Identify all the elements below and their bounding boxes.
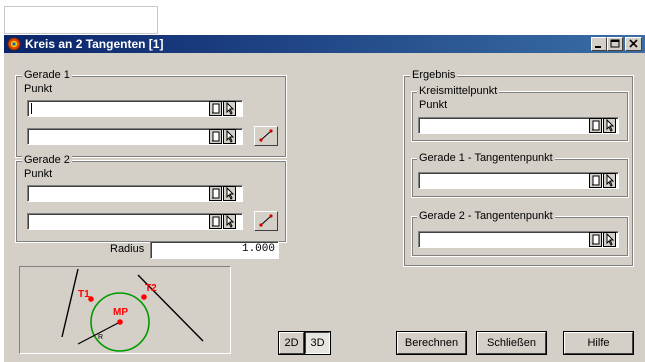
text-caret (31, 103, 32, 114)
tangentenpunkt1-pick-button[interactable] (603, 173, 616, 188)
document-icon (212, 216, 220, 227)
gerade1-point2-pick-button[interactable] (223, 129, 236, 144)
gerade2-point2-pick-button[interactable] (223, 214, 236, 229)
ergebnis-group: Ergebnis Kreismittelpunkt Punkt Gerade 1… (403, 69, 634, 267)
gerade2-point1-pick-button[interactable] (223, 186, 236, 201)
title-bar: Kreis an 2 Tangenten [1] (4, 35, 645, 53)
kreismittelpunkt-doc-button[interactable] (589, 118, 602, 133)
gerade1-point1-pick-button[interactable] (223, 101, 236, 116)
document-icon (592, 175, 600, 186)
gerade2-point1-input[interactable] (27, 185, 243, 202)
maximize-icon (610, 39, 620, 48)
tangentenpunkt2-pick-button[interactable] (603, 232, 616, 247)
gerade1-group: Gerade 1 Punkt (15, 69, 287, 158)
kreismittelpunkt-group: Kreismittelpunkt Punkt (411, 85, 629, 142)
kreismittelpunkt-label: Kreismittelpunkt (417, 85, 500, 97)
line-pick-icon (259, 129, 273, 142)
gerade2-point2-doc-button[interactable] (209, 214, 222, 229)
t1-label: T1 (78, 289, 90, 300)
tangentenpunkt1-input[interactable] (418, 172, 619, 189)
gerade2-group: Gerade 2 Punkt (15, 154, 287, 243)
kreismittelpunkt-punkt-label: Punkt (419, 99, 448, 111)
gerade2-point1-doc-button[interactable] (209, 186, 222, 201)
cursor-pick-icon (226, 214, 235, 228)
view-2d-button[interactable]: 2D (279, 332, 304, 354)
t2-label: T2 (145, 283, 157, 294)
tangentenpunkt1-group: Gerade 1 - Tangentenpunkt (411, 152, 629, 198)
gerade1-point1-doc-button[interactable] (209, 101, 222, 116)
close-icon (629, 39, 638, 48)
gerade1-line-pick-button[interactable] (254, 126, 278, 146)
cursor-pick-icon (606, 232, 615, 246)
gerade2-point2-input[interactable] (27, 213, 243, 230)
close-button[interactable] (625, 37, 642, 51)
mp-label: MP (113, 307, 128, 318)
document-icon (212, 188, 220, 199)
tangentenpunkt2-doc-button[interactable] (589, 232, 602, 247)
cursor-pick-icon (606, 173, 615, 187)
radius-value: 1.000 (241, 243, 275, 255)
gerade2-punkt-label: Punkt (24, 168, 53, 180)
cursor-pick-icon (226, 186, 235, 200)
window-title: Kreis an 2 Tangenten [1] (25, 37, 164, 51)
hilfe-button[interactable]: Hilfe (564, 332, 633, 354)
t2-point (141, 294, 147, 300)
document-icon (592, 120, 600, 131)
app-icon (7, 37, 21, 51)
dialog-window: Kreis an 2 Tangenten [1] Gerade 1 Punkt (4, 35, 645, 362)
gerade2-line-pick-button[interactable] (254, 211, 278, 231)
minimize-icon (595, 46, 601, 48)
gerade1-punkt-label: Punkt (24, 83, 53, 95)
tangent-circle-diagram: T1 T2 MP R (61, 268, 204, 352)
cursor-pick-icon (226, 129, 235, 143)
ergebnis-label: Ergebnis (410, 69, 458, 81)
cursor-pick-icon (226, 101, 235, 115)
minimize-button[interactable] (591, 37, 607, 51)
document-icon (592, 234, 600, 245)
gerade1-label: Gerade 1 (22, 69, 72, 81)
tangentenpunkt1-label: Gerade 1 - Tangentenpunkt (417, 152, 555, 164)
kreismittelpunkt-pick-button[interactable] (603, 118, 616, 133)
document-icon (212, 131, 220, 142)
construction-diagram: T1 T2 MP R (19, 266, 231, 354)
maximize-button[interactable] (607, 37, 623, 51)
mp-point (117, 319, 123, 325)
radius-input[interactable]: 1.000 (150, 241, 279, 259)
kreismittelpunkt-input[interactable] (418, 117, 619, 134)
gerade1-point2-input[interactable] (27, 128, 243, 145)
tangentenpunkt2-input[interactable] (418, 231, 619, 248)
tangentenpunkt2-label: Gerade 2 - Tangentenpunkt (417, 210, 555, 222)
line-pick-icon (259, 214, 273, 227)
document-icon (212, 103, 220, 114)
top-input-box (4, 6, 158, 34)
r-label: R (98, 334, 103, 341)
schliessen-button[interactable]: Schließen (477, 332, 546, 354)
gerade1-point1-input[interactable] (27, 100, 243, 117)
view-3d-button[interactable]: 3D (305, 332, 330, 354)
berechnen-button[interactable]: Berechnen (397, 332, 466, 354)
tangent-line-1 (61, 268, 79, 338)
tangentenpunkt1-doc-button[interactable] (589, 173, 602, 188)
gerade2-label: Gerade 2 (22, 154, 72, 166)
gerade1-point2-doc-button[interactable] (209, 129, 222, 144)
tangentenpunkt2-group: Gerade 2 - Tangentenpunkt (411, 210, 629, 257)
radius-label: Radius (110, 243, 145, 255)
cursor-pick-icon (606, 118, 615, 132)
